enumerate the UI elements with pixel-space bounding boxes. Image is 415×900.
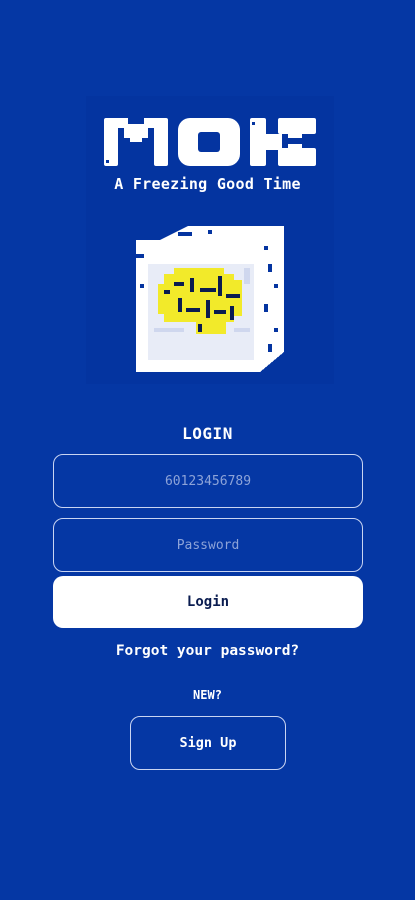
new-user-label: NEW? bbox=[193, 688, 222, 702]
login-screen: A Freezing Good Time LOGIN 60123456789 L… bbox=[0, 0, 415, 900]
forgot-password-link[interactable]: Forgot your password? bbox=[0, 643, 415, 659]
phone-number-input[interactable] bbox=[53, 454, 363, 508]
sign-up-button[interactable]: Sign Up bbox=[130, 716, 286, 770]
tagline: A Freezing Good Time bbox=[114, 175, 301, 193]
pixel-ice-cube-icon bbox=[136, 226, 284, 372]
mok-logo bbox=[104, 118, 316, 166]
login-button[interactable]: Login bbox=[53, 576, 363, 628]
login-heading: LOGIN bbox=[182, 424, 233, 443]
password-input[interactable] bbox=[53, 518, 363, 572]
